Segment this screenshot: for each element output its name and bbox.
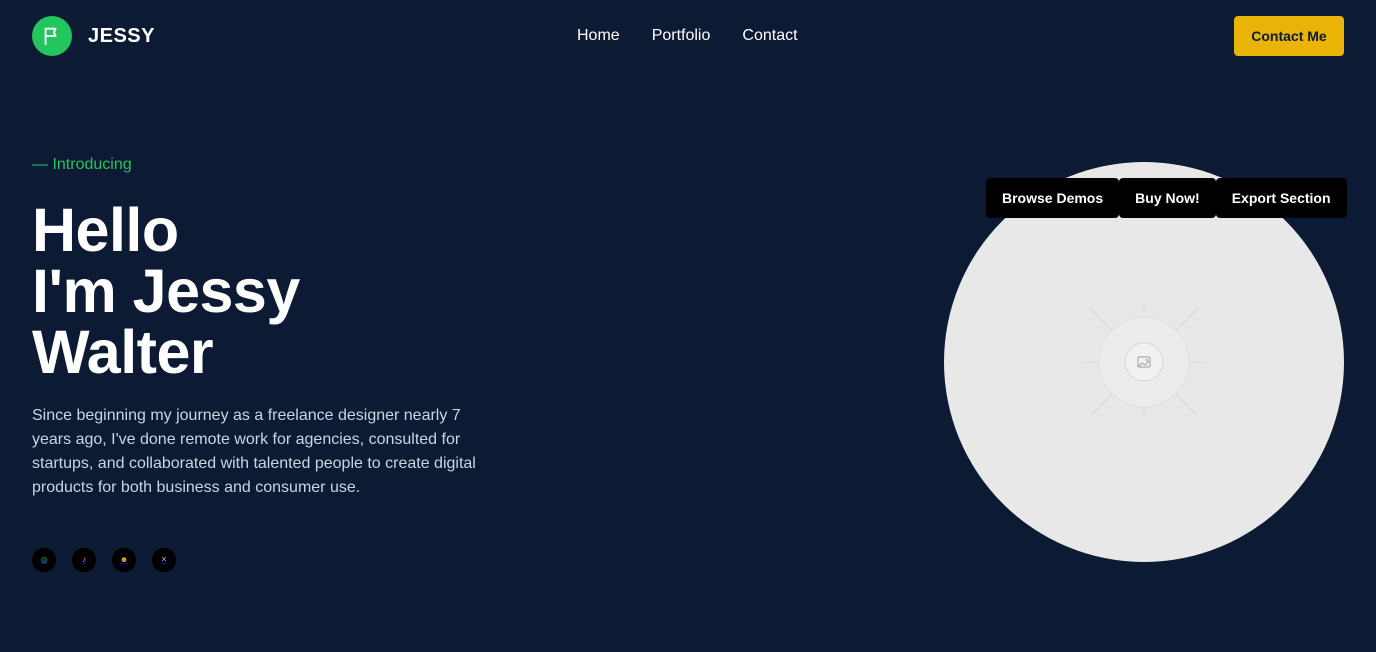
main-nav: Home Portfolio Contact bbox=[577, 26, 798, 46]
github-link[interactable]: ☻ bbox=[112, 548, 136, 572]
social-links: ◎ ♪ ☻ ✕ bbox=[32, 548, 176, 572]
image-placeholder-icon bbox=[1086, 304, 1202, 420]
hero-headline: Hello I'm Jessy Walter bbox=[32, 200, 300, 383]
hero-image-placeholder bbox=[944, 162, 1344, 562]
export-section-button[interactable]: Export Section bbox=[1215, 178, 1347, 218]
flag-icon bbox=[44, 27, 57, 46]
intro-eyebrow: — Introducing bbox=[32, 156, 132, 173]
nav-home-link[interactable]: Home bbox=[577, 26, 620, 46]
x-link[interactable]: ✕ bbox=[152, 548, 176, 572]
nav-portfolio-link[interactable]: Portfolio bbox=[652, 26, 711, 46]
site-header: JESSY Home Portfolio Contact Contact Me bbox=[0, 0, 1376, 72]
headline-line-3: Walter bbox=[32, 318, 214, 386]
headline-line-1: Hello bbox=[32, 196, 179, 264]
floating-actions: Browse Demos Buy Now! Export Section bbox=[986, 178, 1347, 218]
hero-bio: Since beginning my journey as a freelanc… bbox=[32, 407, 476, 496]
nav-contact-link[interactable]: Contact bbox=[742, 26, 797, 46]
buy-now-button[interactable]: Buy Now! bbox=[1119, 178, 1216, 218]
dribbble-icon: ◎ bbox=[40, 555, 48, 564]
brand-name[interactable]: JESSY bbox=[88, 24, 155, 48]
contact-me-button[interactable]: Contact Me bbox=[1234, 16, 1344, 56]
browse-demos-button[interactable]: Browse Demos bbox=[986, 178, 1120, 218]
logo[interactable] bbox=[32, 16, 72, 56]
dribbble-link[interactable]: ◎ bbox=[32, 548, 56, 572]
music-note-icon: ♪ bbox=[82, 555, 86, 564]
github-icon: ☻ bbox=[119, 555, 129, 564]
x-icon: ✕ bbox=[160, 555, 168, 564]
music-link[interactable]: ♪ bbox=[72, 548, 96, 572]
headline-line-2: I'm Jessy bbox=[32, 257, 300, 325]
